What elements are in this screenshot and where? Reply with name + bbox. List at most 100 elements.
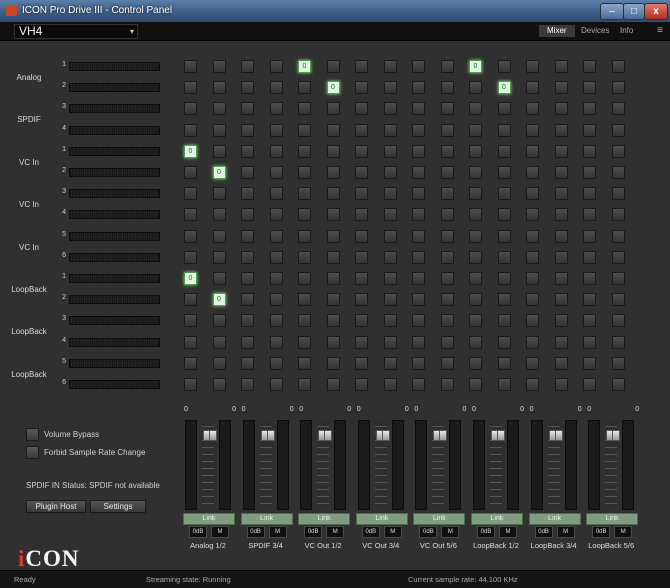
matrix-cell[interactable] <box>440 335 454 349</box>
fader-handle-right[interactable] <box>439 430 448 441</box>
matrix-cell[interactable] <box>526 293 539 307</box>
matrix-cell[interactable] <box>526 250 539 264</box>
matrix-cell[interactable] <box>469 144 482 158</box>
matrix-cell[interactable] <box>383 166 397 179</box>
zero-db-button[interactable]: 0dB <box>246 526 265 538</box>
matrix-cell[interactable] <box>497 250 511 264</box>
matrix-cell[interactable] <box>497 293 511 307</box>
matrix-cell[interactable] <box>412 123 425 137</box>
matrix-cell[interactable] <box>497 208 511 222</box>
matrix-cell[interactable] <box>583 166 596 179</box>
matrix-cell[interactable] <box>269 81 283 95</box>
matrix-cell[interactable] <box>241 60 254 73</box>
link-button[interactable]: Link <box>298 513 351 525</box>
matrix-cell[interactable] <box>184 378 197 391</box>
matrix-cell[interactable] <box>241 144 254 158</box>
matrix-cell[interactable] <box>326 314 340 328</box>
matrix-cell[interactable] <box>440 208 454 222</box>
matrix-cell[interactable] <box>184 356 197 370</box>
matrix-cell[interactable] <box>440 356 454 370</box>
matrix-cell[interactable] <box>298 208 311 222</box>
matrix-cell[interactable] <box>212 187 226 201</box>
matrix-cell[interactable] <box>241 250 254 264</box>
matrix-cell[interactable] <box>326 293 340 307</box>
plugin-host-button[interactable]: Plugin Host <box>26 500 86 513</box>
matrix-cell[interactable] <box>298 102 311 116</box>
matrix-cell[interactable] <box>583 123 596 137</box>
settings-button[interactable]: Settings <box>90 500 146 513</box>
matrix-cell[interactable] <box>383 102 397 116</box>
matrix-cell[interactable] <box>383 356 397 370</box>
close-button[interactable]: x <box>644 3 668 20</box>
matrix-cell[interactable] <box>583 314 596 328</box>
matrix-cell[interactable] <box>554 208 568 222</box>
matrix-cell[interactable] <box>241 293 254 307</box>
matrix-cell[interactable] <box>440 60 454 73</box>
matrix-cell[interactable] <box>526 166 539 179</box>
matrix-cell[interactable] <box>184 335 197 349</box>
matrix-cell[interactable] <box>497 144 511 158</box>
matrix-cell[interactable] <box>526 60 539 73</box>
device-select[interactable]: VH4 ▾ <box>14 24 138 39</box>
matrix-cell[interactable] <box>440 378 454 391</box>
matrix-cell[interactable] <box>241 335 254 349</box>
matrix-cell[interactable] <box>554 378 568 391</box>
matrix-cell[interactable] <box>241 187 254 201</box>
matrix-cell[interactable] <box>355 356 368 370</box>
matrix-cell[interactable] <box>611 102 625 116</box>
matrix-cell[interactable] <box>554 166 568 179</box>
matrix-cell[interactable] <box>583 335 596 349</box>
matrix-cell[interactable] <box>611 314 625 328</box>
link-button[interactable]: Link <box>471 513 523 525</box>
matrix-cell[interactable] <box>212 60 226 73</box>
forbid-sample-rate-checkbox[interactable] <box>26 446 39 459</box>
matrix-cell[interactable] <box>497 102 511 116</box>
matrix-cell[interactable] <box>440 123 454 137</box>
matrix-cell[interactable]: 0 <box>298 60 311 73</box>
matrix-cell[interactable] <box>383 293 397 307</box>
link-button[interactable]: Link <box>240 513 293 525</box>
zero-db-button[interactable]: 0dB <box>361 526 380 538</box>
matrix-cell[interactable] <box>383 229 397 243</box>
matrix-cell[interactable] <box>355 272 368 285</box>
matrix-cell[interactable] <box>412 378 425 391</box>
matrix-cell[interactable] <box>611 272 625 285</box>
matrix-cell[interactable] <box>554 229 568 243</box>
matrix-cell[interactable] <box>269 102 283 116</box>
matrix-cell[interactable] <box>355 335 368 349</box>
matrix-cell[interactable] <box>326 378 340 391</box>
link-button[interactable]: Link <box>183 513 235 525</box>
matrix-cell[interactable] <box>611 335 625 349</box>
matrix-cell[interactable] <box>326 187 340 201</box>
fader-handle-right[interactable] <box>324 430 333 441</box>
matrix-cell[interactable] <box>212 314 226 328</box>
matrix-cell[interactable] <box>326 60 340 73</box>
matrix-cell[interactable] <box>440 144 454 158</box>
zero-db-button[interactable]: 0dB <box>477 526 495 538</box>
matrix-cell[interactable] <box>526 229 539 243</box>
matrix-cell[interactable] <box>554 187 568 201</box>
matrix-cell[interactable] <box>611 229 625 243</box>
matrix-cell[interactable] <box>526 272 539 285</box>
matrix-cell[interactable] <box>326 250 340 264</box>
mute-button[interactable]: M <box>556 526 575 538</box>
zero-db-button[interactable]: 0dB <box>189 526 207 538</box>
matrix-cell[interactable] <box>497 123 511 137</box>
matrix-cell[interactable] <box>298 335 311 349</box>
matrix-cell[interactable] <box>184 102 197 116</box>
matrix-cell[interactable] <box>269 208 283 222</box>
tab-mixer[interactable]: Mixer <box>539 25 575 37</box>
matrix-cell[interactable] <box>298 272 311 285</box>
matrix-cell[interactable] <box>355 81 368 95</box>
matrix-cell[interactable] <box>611 378 625 391</box>
matrix-cell[interactable] <box>497 272 511 285</box>
minimize-button[interactable]: – <box>600 3 624 20</box>
matrix-cell[interactable] <box>469 356 482 370</box>
matrix-cell[interactable] <box>241 272 254 285</box>
link-button[interactable]: Link <box>355 513 408 525</box>
matrix-cell[interactable] <box>412 250 425 264</box>
matrix-cell[interactable] <box>298 293 311 307</box>
fader-handle-right[interactable] <box>266 430 275 441</box>
fader-handle-right[interactable] <box>612 430 621 441</box>
matrix-cell[interactable] <box>440 81 454 95</box>
